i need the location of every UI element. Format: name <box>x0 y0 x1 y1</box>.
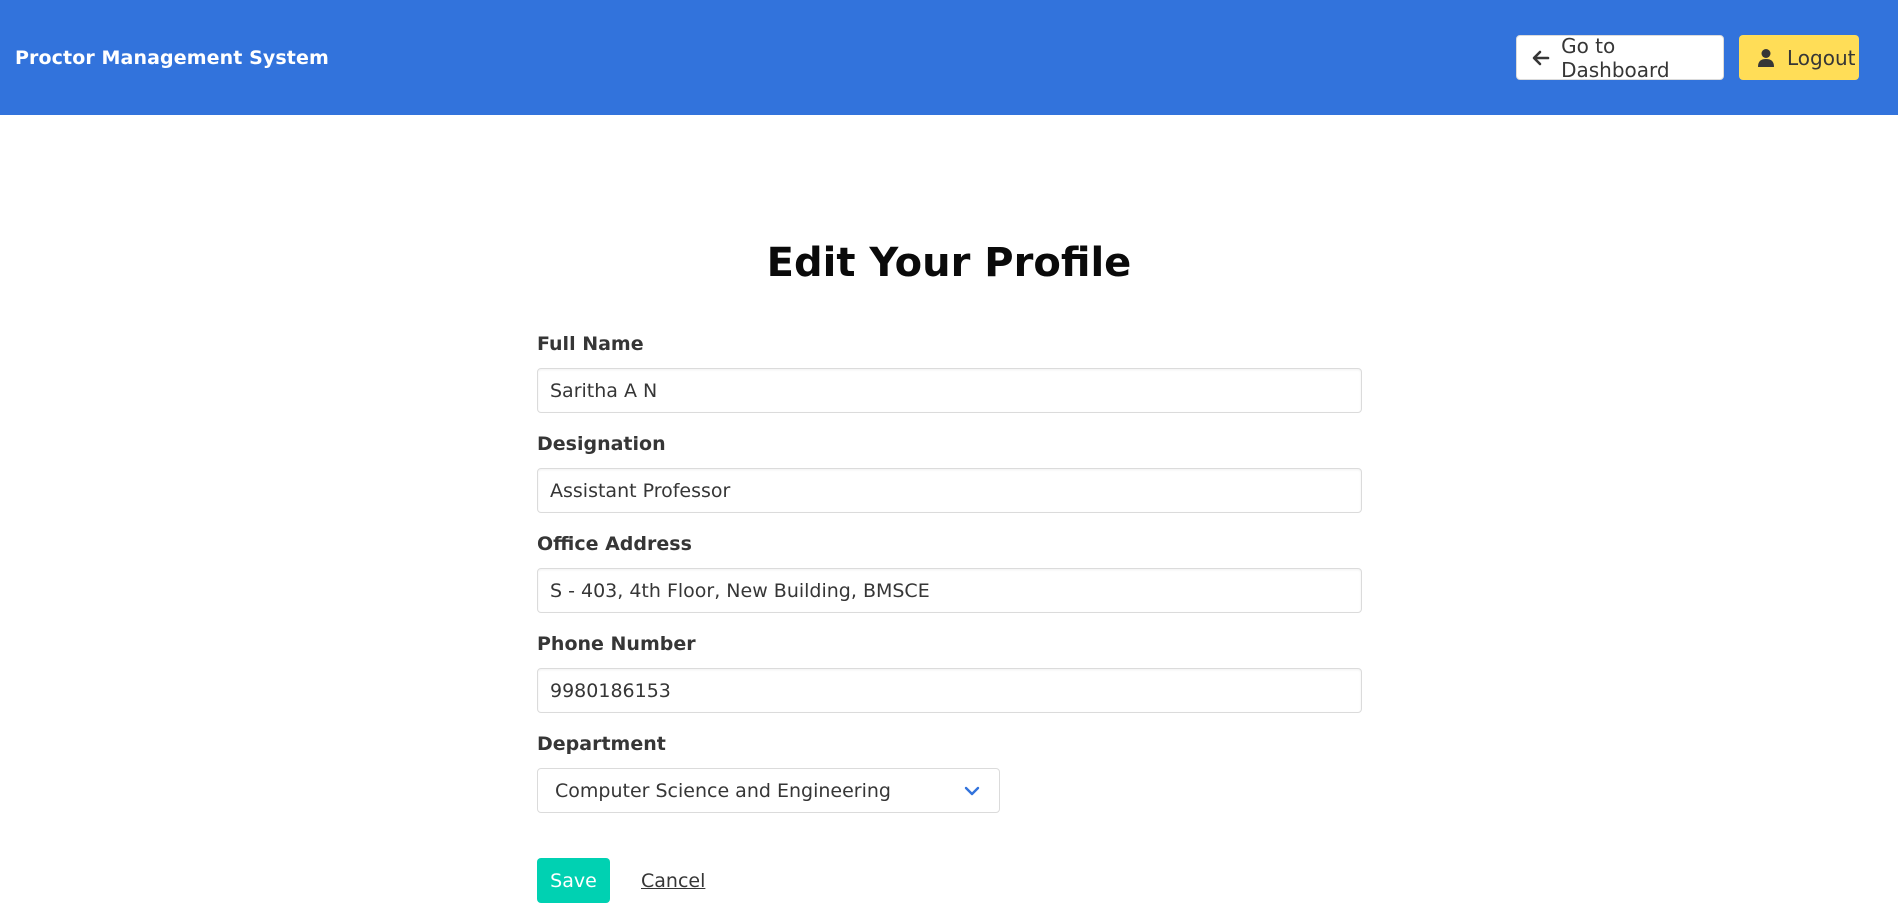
dashboard-label: Go to Dashboard <box>1561 33 1670 82</box>
save-button[interactable]: Save <box>537 858 610 903</box>
department-select[interactable]: Computer Science and Engineering <box>537 768 1000 813</box>
logout-button[interactable]: Logout <box>1739 35 1859 80</box>
arrow-left-icon <box>1530 47 1551 69</box>
office-address-label: Office Address <box>537 533 692 555</box>
user-icon <box>1755 47 1777 69</box>
brand-title[interactable]: Proctor Management System <box>15 47 329 69</box>
department-selected-value: Computer Science and Engineering <box>555 780 891 802</box>
go-to-dashboard-button[interactable]: Go to Dashboard <box>1516 33 1724 82</box>
designation-label: Designation <box>537 433 666 455</box>
navbar: Proctor Management System Go to Dashboar… <box>0 0 1898 115</box>
phone-number-label: Phone Number <box>537 633 696 655</box>
full-name-input[interactable] <box>537 368 1362 413</box>
department-label: Department <box>537 733 666 755</box>
designation-input[interactable] <box>537 468 1362 513</box>
logout-label: Logout <box>1787 45 1856 70</box>
phone-number-input[interactable] <box>537 668 1362 713</box>
full-name-label: Full Name <box>537 333 644 355</box>
office-address-input[interactable] <box>537 568 1362 613</box>
cancel-link[interactable]: Cancel <box>641 870 705 892</box>
page-title: Edit Your Profile <box>766 240 1132 286</box>
chevron-down-icon <box>963 782 981 800</box>
